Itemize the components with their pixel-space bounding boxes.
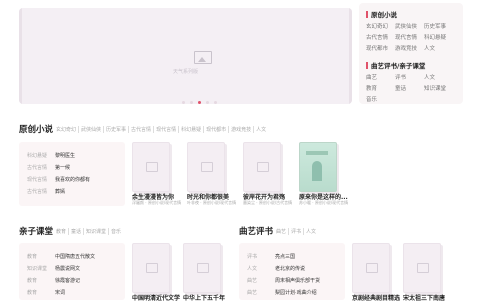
panel-link[interactable]: 现代言情 xyxy=(395,33,424,41)
category-panel: 原创小说 玄幻奇幻 武侠仙侠 历史军事 古代言情 现代言情 科幻悬疑 现代都市 … xyxy=(359,3,463,104)
section-title-folk[interactable]: 曲艺评书 xyxy=(239,225,273,237)
carousel-dot[interactable] xyxy=(182,101,185,104)
cover-art xyxy=(312,161,322,181)
book-title[interactable]: 中华上下五千年 xyxy=(183,293,225,302)
panel-title-folk[interactable]: 曲艺评书/亲子课堂 xyxy=(366,60,425,70)
cover-art xyxy=(306,151,328,155)
rank-row[interactable]: 教育 徐霞客游记 xyxy=(27,277,80,284)
panel-grid-folk: 曲艺 评书 人文 教育 童话 知识课堂 音乐 xyxy=(366,73,458,103)
tag-link[interactable]: 玄幻奇幻 xyxy=(56,126,78,133)
panel-link[interactable]: 人文 xyxy=(424,73,458,81)
book-cover[interactable] xyxy=(403,243,441,293)
tag-link[interactable]: 现代都市 xyxy=(203,126,228,133)
section-title-parenting[interactable]: 亲子课堂 xyxy=(19,225,53,237)
book-title[interactable]: 宋太祖三下南唐 xyxy=(403,293,445,302)
panel-link[interactable]: 音乐 xyxy=(366,95,395,103)
section-tags-original: 玄幻奇幻 武侠仙侠 历史军事 古代言情 现代言情 科幻悬疑 现代都市 游戏竞技 … xyxy=(56,126,268,133)
book-meta: 叶非夜 · 原创小说/现代言情 xyxy=(187,200,237,205)
carousel-dot[interactable] xyxy=(214,101,217,104)
tag-link[interactable]: 现代言情 xyxy=(153,126,178,133)
tag-link[interactable]: 游戏竞技 xyxy=(228,126,253,133)
carousel-dot-active[interactable] xyxy=(198,101,201,104)
panel-title-original[interactable]: 原创小说 xyxy=(366,9,397,19)
book-cover[interactable] xyxy=(132,243,170,293)
section-title-original[interactable]: 原创小说 xyxy=(19,123,53,135)
panel-link[interactable]: 知识课堂 xyxy=(424,84,458,92)
book-title[interactable]: 中国明清近代文学 xyxy=(132,293,180,302)
tag-link[interactable]: 知识课堂 xyxy=(83,228,108,235)
tag-link[interactable]: 评书 xyxy=(288,228,303,235)
rank-row[interactable]: 科幻悬疑 黎明医生 xyxy=(27,152,75,159)
carousel-prev-edge[interactable] xyxy=(19,8,22,104)
tag-link[interactable]: 曲艺 xyxy=(276,228,288,235)
image-placeholder-icon xyxy=(146,162,158,172)
image-placeholder-icon xyxy=(417,263,429,273)
book-cover[interactable] xyxy=(183,243,221,293)
panel-link[interactable]: 童话 xyxy=(395,84,424,92)
tag-link[interactable]: 人文 xyxy=(253,126,268,133)
tag-link[interactable]: 武侠仙侠 xyxy=(78,126,103,133)
rank-row[interactable]: 知识课堂 杨震说网文 xyxy=(27,265,80,272)
banner-placeholder-text: 天气系列版 xyxy=(172,69,198,75)
carousel-next-edge[interactable] xyxy=(349,8,352,104)
panel-grid-original: 玄幻奇幻 武侠仙侠 历史军事 古代言情 现代言情 科幻悬疑 现代都市 游戏竞技 … xyxy=(366,22,458,52)
rank-row[interactable]: 评书 亮点三国 xyxy=(247,253,295,260)
section-tags-parenting: 教育 童话 知识课堂 音乐 xyxy=(56,228,123,235)
book-meta: 浮屠颜 · 原创小说/现代言情 xyxy=(132,200,182,205)
panel-link[interactable]: 历史军事 xyxy=(424,22,458,30)
accent-bar xyxy=(366,11,368,18)
ranking-card-original: 科幻悬疑 黎明医生 古代言情 第一候 现代言情 我喜欢的你都有 古代言情 葬嫣 xyxy=(19,142,125,206)
tag-link[interactable]: 音乐 xyxy=(108,228,123,235)
tag-link[interactable]: 科幻悬疑 xyxy=(178,126,203,133)
rank-row[interactable]: 教育 中国隋唐五代散文 xyxy=(27,253,95,260)
image-placeholder-icon xyxy=(194,51,212,64)
panel-link[interactable]: 评书 xyxy=(395,73,424,81)
tag-link[interactable]: 童话 xyxy=(68,228,83,235)
book-cover[interactable] xyxy=(352,243,390,293)
section-tags-folk: 曲艺 评书 人文 xyxy=(276,228,318,235)
book-cover[interactable] xyxy=(132,142,170,192)
rank-row[interactable]: 古代言情 第一候 xyxy=(27,164,70,171)
carousel-dots xyxy=(182,101,217,104)
rank-row[interactable]: 教育 宋词 xyxy=(27,289,65,296)
ranking-card-folk: 评书 亮点三国 人文 老北京的传说 曲艺 周末相声俱乐部干货 曲艺 梨园计划·戏曲介绍 xyxy=(239,243,345,300)
image-placeholder-icon xyxy=(146,263,158,273)
image-placeholder-icon xyxy=(257,162,269,172)
book-title[interactable]: 京剧经典剧目精选 xyxy=(352,293,400,302)
book-cover[interactable] xyxy=(187,142,225,192)
banner-carousel[interactable]: 天气系列版 xyxy=(19,8,352,104)
tag-link[interactable]: 历史军事 xyxy=(103,126,128,133)
rank-row[interactable]: 现代言情 我喜欢的你都有 xyxy=(27,176,90,183)
panel-link[interactable]: 游戏竞技 xyxy=(395,44,424,52)
book-meta: 苏小暖 · 原创小说/现代言情 xyxy=(299,200,349,205)
rank-row[interactable]: 古代言情 葬嫣 xyxy=(27,188,65,195)
accent-bar xyxy=(366,62,368,69)
carousel-dot[interactable] xyxy=(206,101,209,104)
panel-link[interactable]: 现代都市 xyxy=(366,44,395,52)
book-cover[interactable] xyxy=(243,142,281,192)
panel-link[interactable]: 科幻悬疑 xyxy=(424,33,458,41)
panel-link[interactable]: 曲艺 xyxy=(366,73,395,81)
tag-link[interactable]: 古代言情 xyxy=(128,126,153,133)
image-placeholder-icon xyxy=(197,263,209,273)
panel-link[interactable]: 武侠仙侠 xyxy=(395,22,424,30)
ranking-card-parenting: 教育 中国隋唐五代散文 知识课堂 杨震说网文 教育 徐霞客游记 教育 宋词 xyxy=(19,243,125,300)
book-meta: 墨染尘 · 原创小说/古代言情 xyxy=(243,200,293,205)
panel-link[interactable]: 玄幻奇幻 xyxy=(366,22,395,30)
panel-link[interactable]: 教育 xyxy=(366,84,395,92)
tag-link[interactable]: 人文 xyxy=(303,228,318,235)
rank-row[interactable]: 曲艺 梨园计划·戏曲介绍 xyxy=(247,289,317,296)
panel-link[interactable]: 人文 xyxy=(424,44,458,52)
tag-link[interactable]: 教育 xyxy=(56,228,68,235)
book-cover[interactable] xyxy=(299,142,337,192)
panel-link[interactable]: 古代言情 xyxy=(366,33,395,41)
rank-row[interactable]: 曲艺 周末相声俱乐部干货 xyxy=(247,277,320,284)
image-placeholder-icon xyxy=(201,162,213,172)
carousel-dot[interactable] xyxy=(190,101,193,104)
image-placeholder-icon xyxy=(366,263,378,273)
rank-row[interactable]: 人文 老北京的传说 xyxy=(247,265,305,272)
